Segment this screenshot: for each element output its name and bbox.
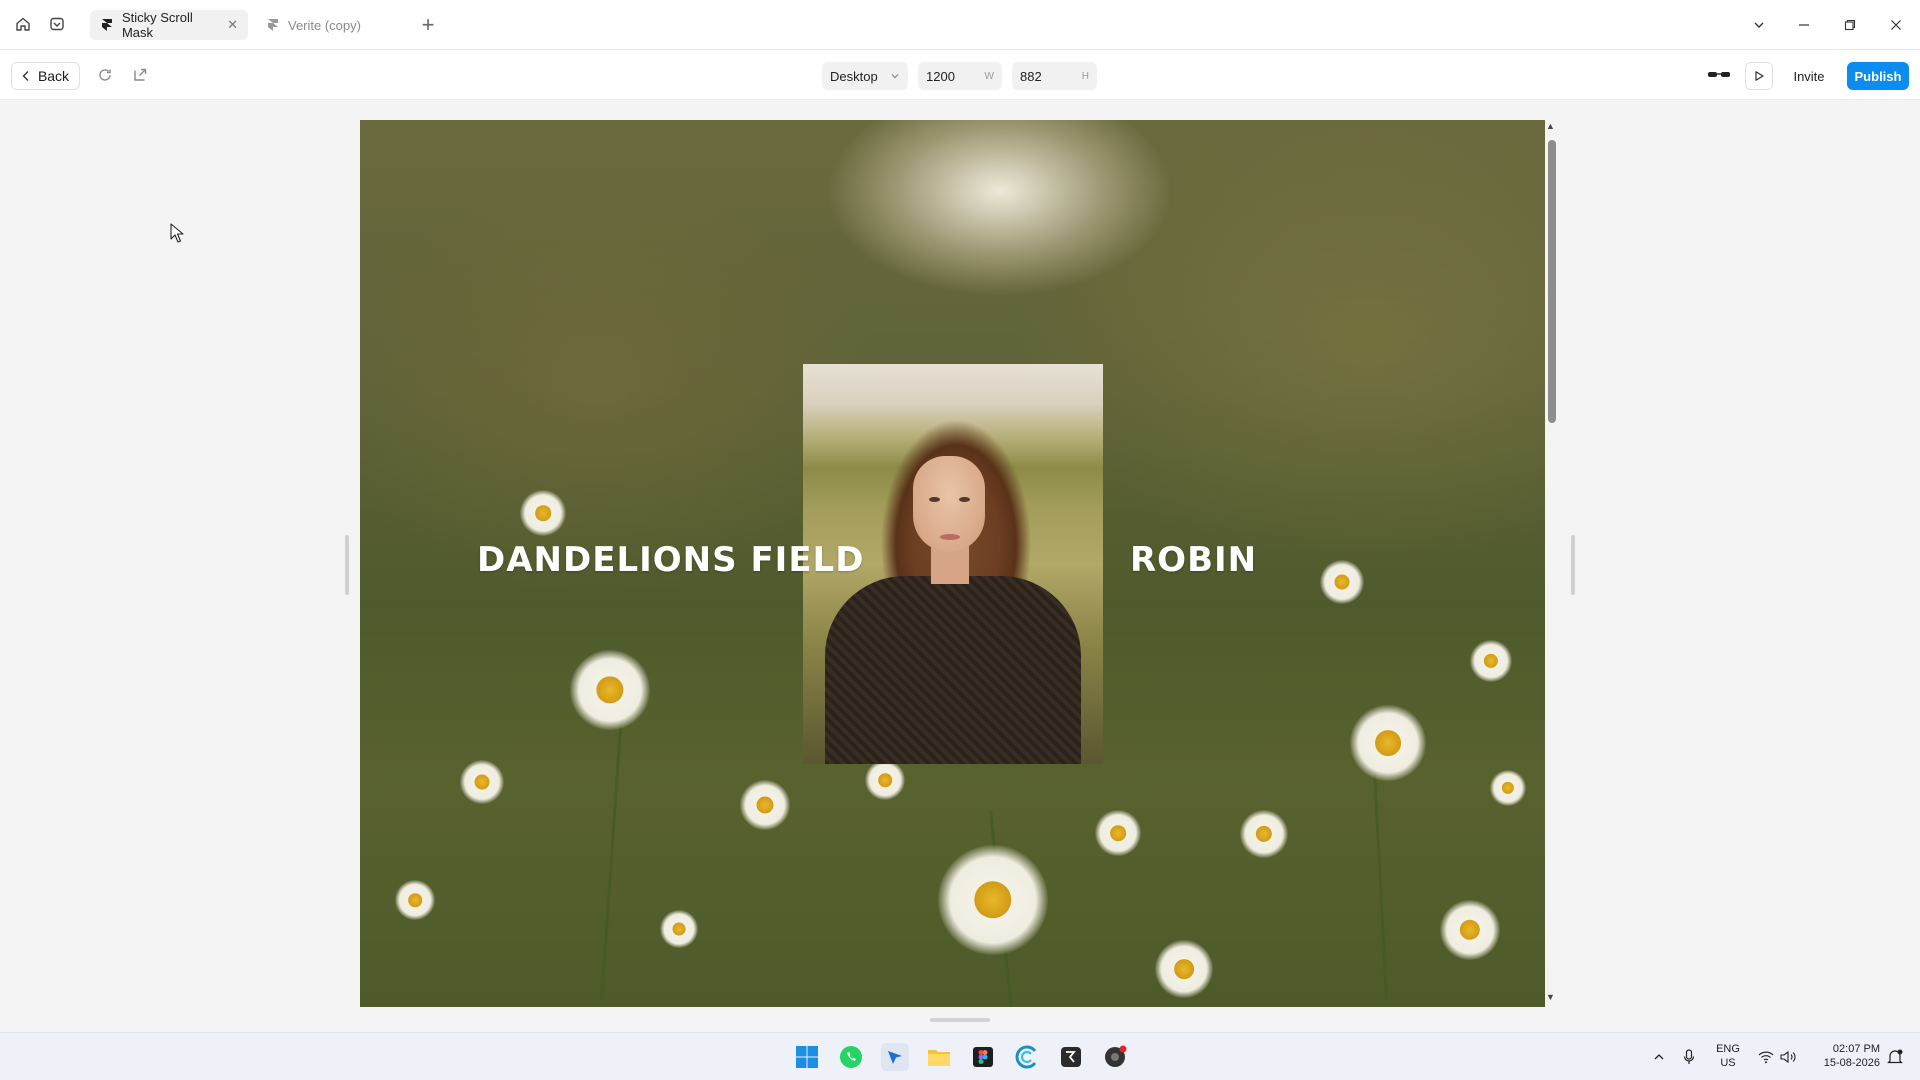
portrait-eye [929,497,940,502]
title-bar: Sticky Scroll Mask ✕ Verite (copy) + [0,0,1920,50]
chevron-down-icon [891,74,899,79]
clock-date: 15-08-2026 [1823,1057,1880,1069]
terminal-app-icon[interactable] [1057,1043,1085,1071]
chevron-up-icon[interactable] [1645,1043,1673,1071]
language-indicator[interactable]: ENG US [1713,1042,1743,1070]
figma-icon[interactable] [969,1043,997,1071]
file-explorer-icon[interactable] [925,1043,953,1071]
scroll-up-arrow-icon[interactable]: ▲ [1546,121,1555,131]
editor-toolbar: Back Desktop 1200 W 882 H Invite Publish [0,50,1920,100]
right-resize-handle[interactable] [1571,535,1575,595]
device-select[interactable]: Desktop [822,62,908,90]
daisy-flower [520,490,566,536]
scroll-down-arrow-icon[interactable]: ▼ [1546,992,1555,1002]
tab-sticky-scroll-mask[interactable]: Sticky Scroll Mask ✕ [90,10,248,40]
daisy-flower [1490,770,1526,806]
clock-time: 02:07 PM [1832,1043,1880,1055]
portrait-lace-top [825,576,1081,764]
daisy-flower [1440,900,1500,960]
invite-button[interactable]: Invite [1778,62,1840,90]
clock[interactable]: 02:07 PM 15-08-2026 [1808,1042,1880,1070]
open-external-icon[interactable] [129,64,151,86]
daisy-flower [740,780,790,830]
minimize-button[interactable] [1790,12,1818,38]
framer-logo-icon [101,19,112,31]
hero-title-right: ROBIN [1130,540,1258,580]
width-input[interactable]: 1200 W [918,62,1002,90]
daisy-flower [865,760,905,800]
tab-verite-copy[interactable]: Verite (copy) [256,10,406,40]
windows-taskbar: ENG US 02:07 PM 15-08-2026 [0,1032,1920,1080]
play-icon [1755,71,1764,81]
notification-bell-icon[interactable] [1881,1043,1909,1071]
daisy-flower [1240,810,1288,858]
chevron-down-icon[interactable] [1745,12,1773,38]
home-icon[interactable] [12,13,34,35]
left-resize-handle[interactable] [345,535,349,595]
hero-title-left: DANDELIONS FIELD [477,540,865,580]
height-suffix: H [1081,70,1089,82]
microphone-icon[interactable] [1675,1043,1703,1071]
height-value: 882 [1020,68,1042,84]
daisy-flower [395,880,435,920]
device-label: Desktop [830,68,878,84]
whatsapp-icon[interactable] [837,1043,865,1071]
width-value: 1200 [926,68,955,84]
daisy-flower [1350,705,1426,781]
daisy-flower [460,760,504,804]
framer-app-icon[interactable] [881,1043,909,1071]
refresh-icon[interactable] [94,64,116,86]
framer-logo-icon [268,19,278,31]
windows-start-icon[interactable] [793,1043,821,1071]
site-preview: DANDELIONS FIELD ROBIN [360,120,1545,1007]
portrait-lips [940,534,960,540]
daisy-flower [1155,940,1213,998]
daisy-flower [1320,560,1364,604]
bottom-resize-handle[interactable] [930,1018,990,1022]
inbox-icon[interactable] [46,13,68,35]
height-input[interactable]: 882 H [1012,62,1097,90]
browser-app-icon[interactable] [1013,1043,1041,1071]
tab-label: Verite (copy) [288,17,361,33]
daisy-flower [1095,810,1141,856]
daisy-flower [570,650,650,730]
width-suffix: W [984,70,994,82]
preview-play-button[interactable] [1745,62,1773,90]
new-tab-button[interactable]: + [417,12,439,38]
daisy-flower [660,910,698,948]
portrait-eye [959,497,970,502]
chevron-left-icon [22,71,29,81]
scrollbar-thumb[interactable] [1548,140,1556,423]
daisy-flower [1470,640,1512,682]
close-tab-icon[interactable]: ✕ [227,17,238,33]
back-label: Back [37,68,70,84]
volume-icon[interactable] [1774,1043,1802,1071]
back-button[interactable]: Back [11,62,80,90]
language-code: ENG [1716,1043,1740,1055]
daisy-flower [938,845,1048,955]
chrome-icon[interactable] [1101,1043,1129,1071]
mouse-cursor-icon [170,223,184,248]
close-window-button[interactable] [1882,12,1910,38]
glasses-icon[interactable] [1706,64,1732,86]
tab-label: Sticky Scroll Mask [121,10,193,40]
publish-button[interactable]: Publish [1847,62,1909,90]
region-code: US [1720,1057,1736,1069]
restore-button[interactable] [1836,12,1864,38]
